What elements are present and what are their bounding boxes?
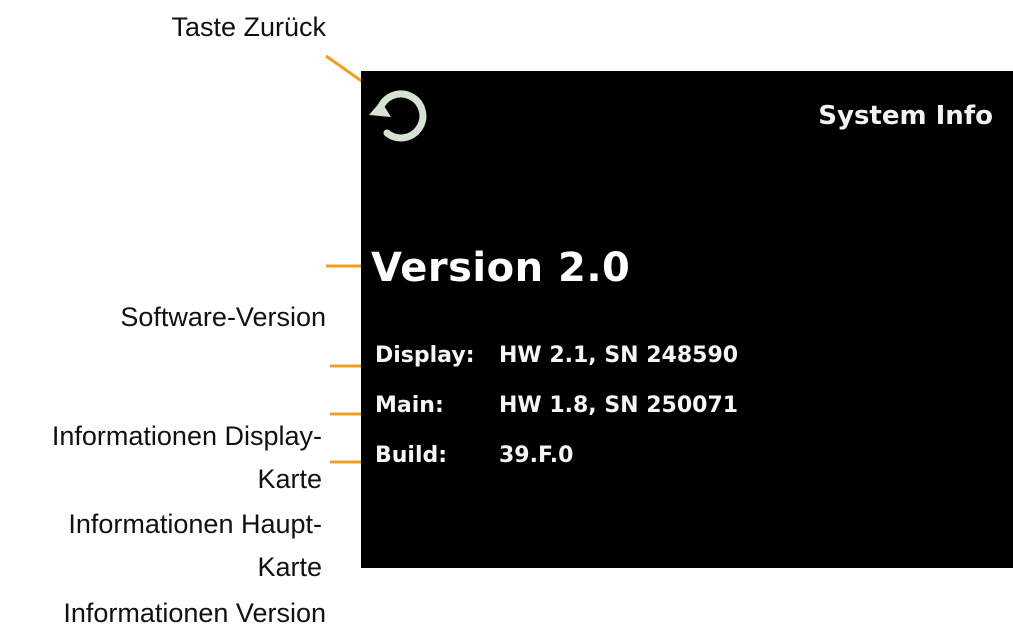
build-value: 39.F.0 <box>499 443 574 468</box>
callout-main-card: Informationen Haupt- Karte <box>0 503 322 589</box>
callout-display-card: Informationen Display- Karte <box>0 415 322 501</box>
screen-title: System Info <box>818 101 993 131</box>
display-card-value: HW 2.1, SN 248590 <box>499 343 739 368</box>
build-key: Build: <box>375 443 448 468</box>
display-card-key: Display: <box>375 343 475 368</box>
callout-main-card-line1: Informationen Haupt- <box>68 509 322 539</box>
back-button[interactable] <box>367 81 433 147</box>
callout-software-version: Software-Version <box>120 302 326 332</box>
callout-main-card-line2: Karte <box>257 552 322 582</box>
callout-back-button: Taste Zurück <box>171 12 326 42</box>
software-version: Version 2.0 <box>371 245 631 291</box>
callout-build-info: Informationen Version <box>63 598 326 628</box>
main-card-key: Main: <box>375 393 444 418</box>
refresh-arrow-icon <box>369 90 427 142</box>
build-info: Build: 39.F.0 <box>375 443 573 468</box>
main-card-info: Main: HW 1.8, SN 250071 <box>375 393 738 418</box>
callout-display-card-line2: Karte <box>257 464 322 494</box>
device-screen: System Info Version 2.0 Display: HW 2.1, … <box>361 71 1013 568</box>
main-card-value: HW 1.8, SN 250071 <box>499 393 739 418</box>
callout-display-card-line1: Informationen Display- <box>51 421 322 451</box>
display-card-info: Display: HW 2.1, SN 248590 <box>375 343 738 368</box>
